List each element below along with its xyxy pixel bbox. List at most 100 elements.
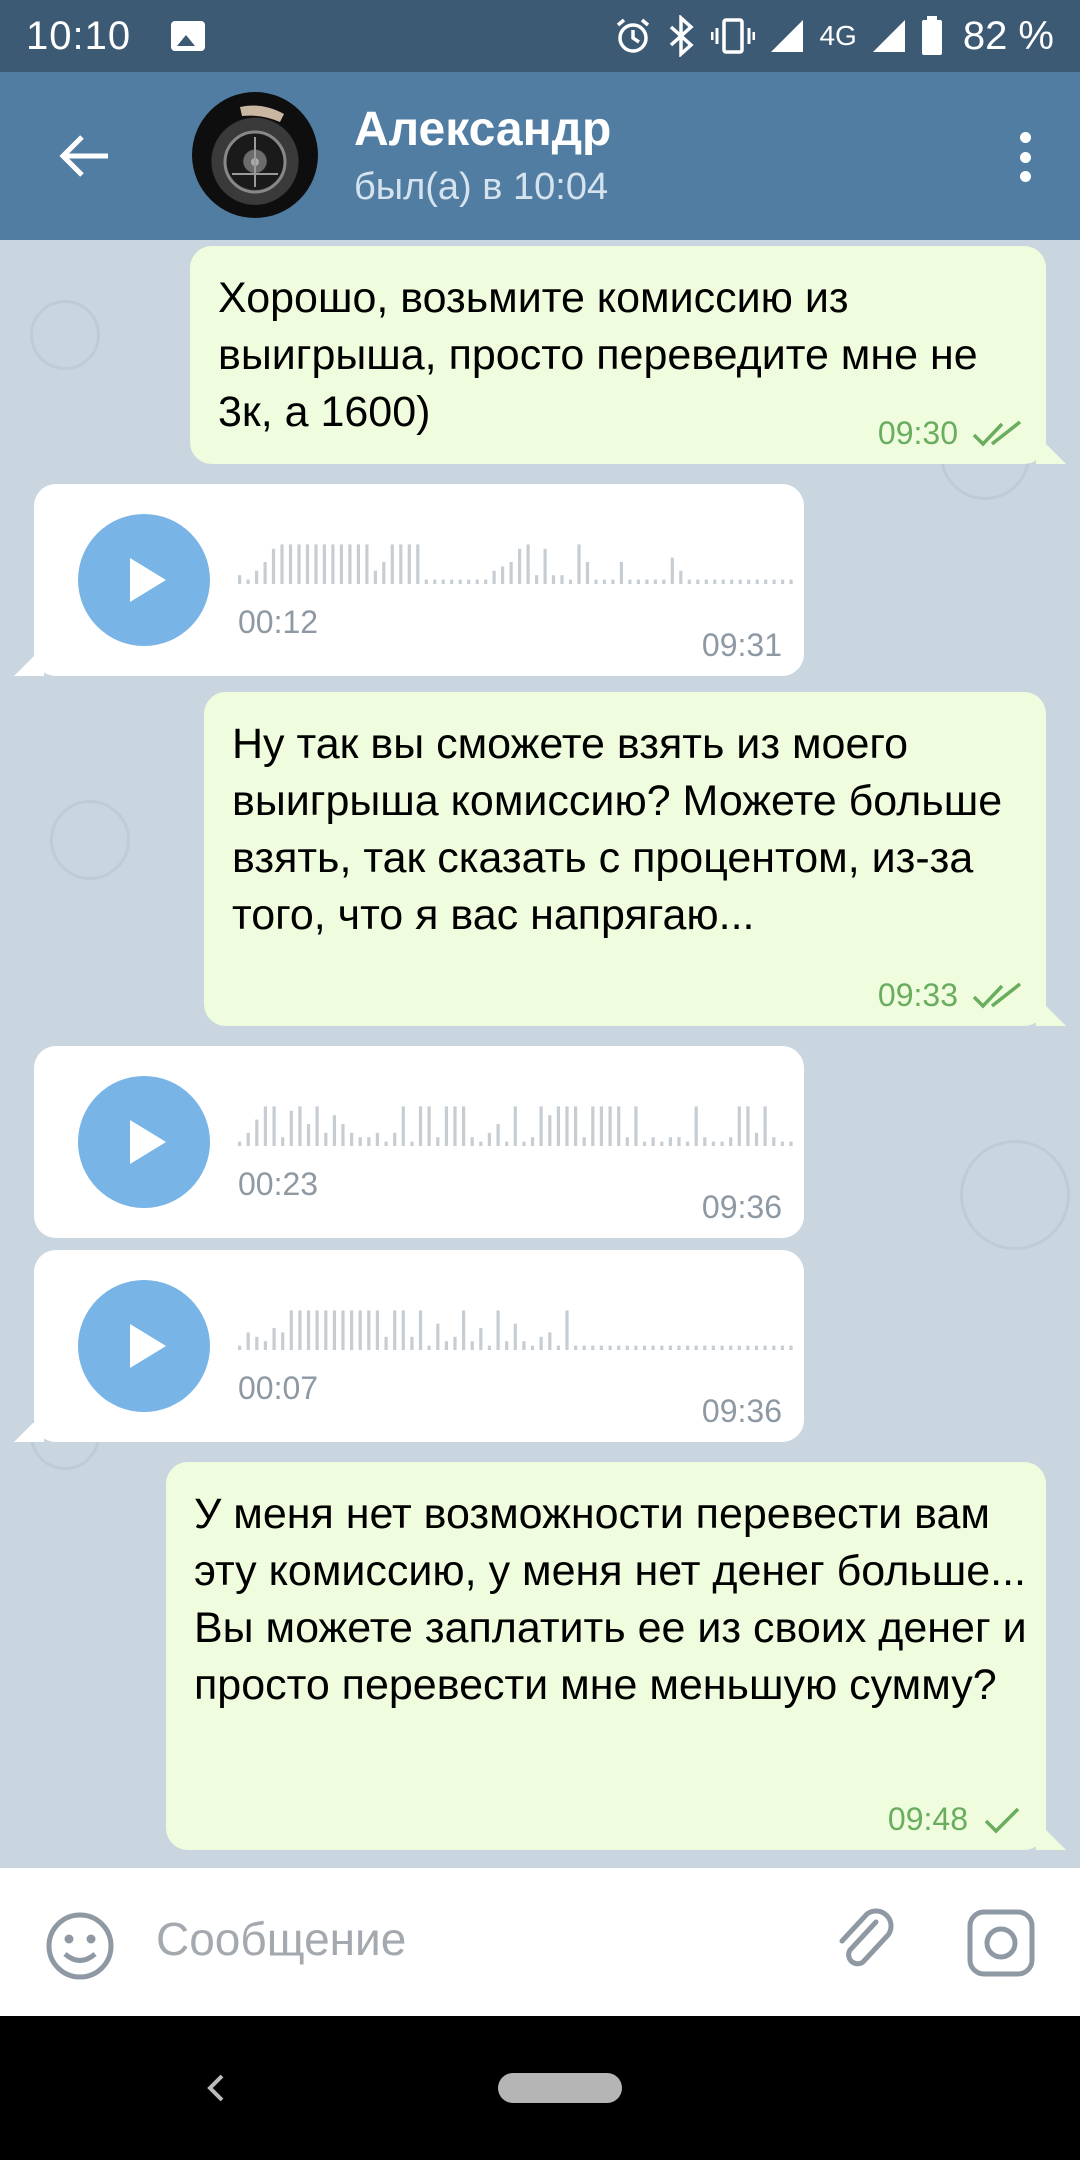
waveform-bar	[548, 1332, 552, 1350]
double-check-icon	[972, 982, 1022, 1009]
waveform-bar	[530, 1345, 535, 1350]
back-button[interactable]	[44, 116, 124, 196]
waveform-bar	[582, 1137, 586, 1146]
waveform-bar	[255, 1119, 259, 1146]
waveform-bar	[332, 1115, 336, 1146]
waveform-bar	[653, 579, 657, 584]
waveform-bar	[356, 544, 360, 584]
waveform-bar	[238, 1345, 242, 1350]
waveform-bar	[535, 575, 539, 584]
waveform-bar	[410, 1336, 414, 1350]
message-input[interactable]: Сообщение	[156, 1912, 406, 1966]
waveform-bar	[263, 1341, 267, 1350]
waveform-bar	[754, 1345, 759, 1350]
message-meta: 09:30	[878, 415, 1022, 452]
message-time: 09:31	[701, 627, 782, 663]
waveform-bar	[662, 579, 666, 584]
waveform-bar	[642, 1345, 647, 1350]
background-doodle	[50, 800, 130, 880]
waveform-bar	[713, 579, 717, 584]
outgoing-message[interactable]: Ну так вы сможете взять из моего выигрыш…	[204, 692, 1046, 1026]
outgoing-message[interactable]: Хорошо, возьмите комиссию из выигрыша, п…	[190, 246, 1046, 464]
waveform-bar	[608, 1106, 612, 1146]
message-time: 09:36	[701, 1393, 782, 1429]
waveform-bar	[668, 1345, 672, 1350]
waveform-bar	[738, 579, 742, 584]
avatar[interactable]	[192, 92, 318, 218]
waveform-bar	[427, 1106, 431, 1146]
waveform-bar	[255, 570, 259, 584]
waveform-bar	[492, 570, 496, 584]
waveform-bar	[350, 1310, 354, 1350]
waveform-bar	[729, 1345, 733, 1350]
waveform-bar	[416, 544, 420, 584]
waveform-bar	[314, 544, 318, 584]
waveform-bar	[358, 1310, 362, 1350]
waveform-bar	[496, 1124, 500, 1146]
voice-waveform[interactable]	[238, 534, 798, 594]
network-type: 4G	[819, 20, 857, 51]
waveform-bar	[594, 579, 598, 584]
back-arrow-icon	[59, 135, 108, 177]
signal-icon-2	[872, 20, 905, 52]
waveform-bar	[522, 1341, 526, 1350]
waveform-bar	[591, 1345, 595, 1350]
play-button[interactable]	[78, 1076, 210, 1208]
contact-name[interactable]: Александр	[354, 102, 611, 157]
nav-back-icon[interactable]	[196, 2068, 236, 2108]
nav-home-pill[interactable]	[498, 2073, 622, 2103]
waveform-bar	[526, 544, 530, 584]
waveform-bar	[306, 1124, 311, 1146]
voice-waveform[interactable]	[238, 1096, 798, 1156]
waveform-bar	[568, 579, 573, 584]
waveform-bar	[602, 579, 606, 584]
waveform-bar	[271, 548, 276, 584]
waveform-bar	[458, 579, 462, 584]
waveform-bar	[281, 1137, 285, 1146]
incoming-voice-message[interactable]: 00:07 09:36	[34, 1250, 804, 1442]
camera-button[interactable]	[966, 1908, 1036, 1978]
waveform-bar	[628, 579, 632, 584]
waveform-bar	[407, 544, 411, 584]
waveform-bar	[509, 562, 513, 584]
waveform-bar	[401, 1310, 405, 1350]
message-time: 09:48	[887, 1801, 968, 1837]
waveform-bar	[696, 579, 700, 584]
emoji-button[interactable]	[44, 1910, 116, 1982]
waveform-bar	[315, 1106, 319, 1146]
waveform-bar	[393, 1310, 397, 1350]
chat-area[interactable]: Хорошо, возьмите комиссию из выигрыша, п…	[0, 240, 1080, 1868]
attach-button[interactable]	[830, 1906, 902, 1978]
more-menu-button[interactable]	[1010, 122, 1040, 192]
waveform-bar	[585, 562, 590, 584]
incoming-voice-message[interactable]: 00:23 09:36	[34, 1046, 804, 1238]
waveform-bar	[772, 579, 776, 584]
waveform-bar	[634, 1106, 638, 1146]
system-nav-bar	[0, 2016, 1080, 2160]
status-time: 10:10	[26, 13, 132, 58]
waveform-bar	[393, 1132, 397, 1146]
waveform-bar	[642, 1141, 647, 1146]
waveform-bar	[496, 1310, 500, 1350]
waveform-bar	[694, 1106, 698, 1146]
incoming-voice-message[interactable]: 00:12 09:31	[34, 484, 804, 676]
status-icons: 4G 82 %	[613, 14, 1054, 59]
waveform-bar	[470, 1137, 474, 1146]
waveform-bar	[375, 1310, 379, 1350]
waveform-bar	[704, 579, 708, 584]
waveform-bar	[730, 579, 734, 584]
voice-waveform[interactable]	[238, 1300, 798, 1360]
message-time: 09:30	[877, 415, 958, 451]
chat-header: Александр был(а) в 10:04	[0, 72, 1080, 240]
waveform-bar	[263, 562, 267, 584]
waveform-bar	[599, 1106, 603, 1146]
waveform-bar	[720, 1141, 724, 1146]
play-button[interactable]	[78, 514, 210, 646]
waveform-bar	[272, 1106, 276, 1146]
waveform-bar	[772, 1137, 776, 1146]
play-button[interactable]	[78, 1280, 210, 1412]
background-doodle	[960, 1140, 1070, 1250]
waveform-bar	[617, 1345, 621, 1350]
waveform-bar	[505, 1141, 509, 1146]
outgoing-message[interactable]: У меня нет возможности перевести вам эту…	[166, 1462, 1046, 1850]
